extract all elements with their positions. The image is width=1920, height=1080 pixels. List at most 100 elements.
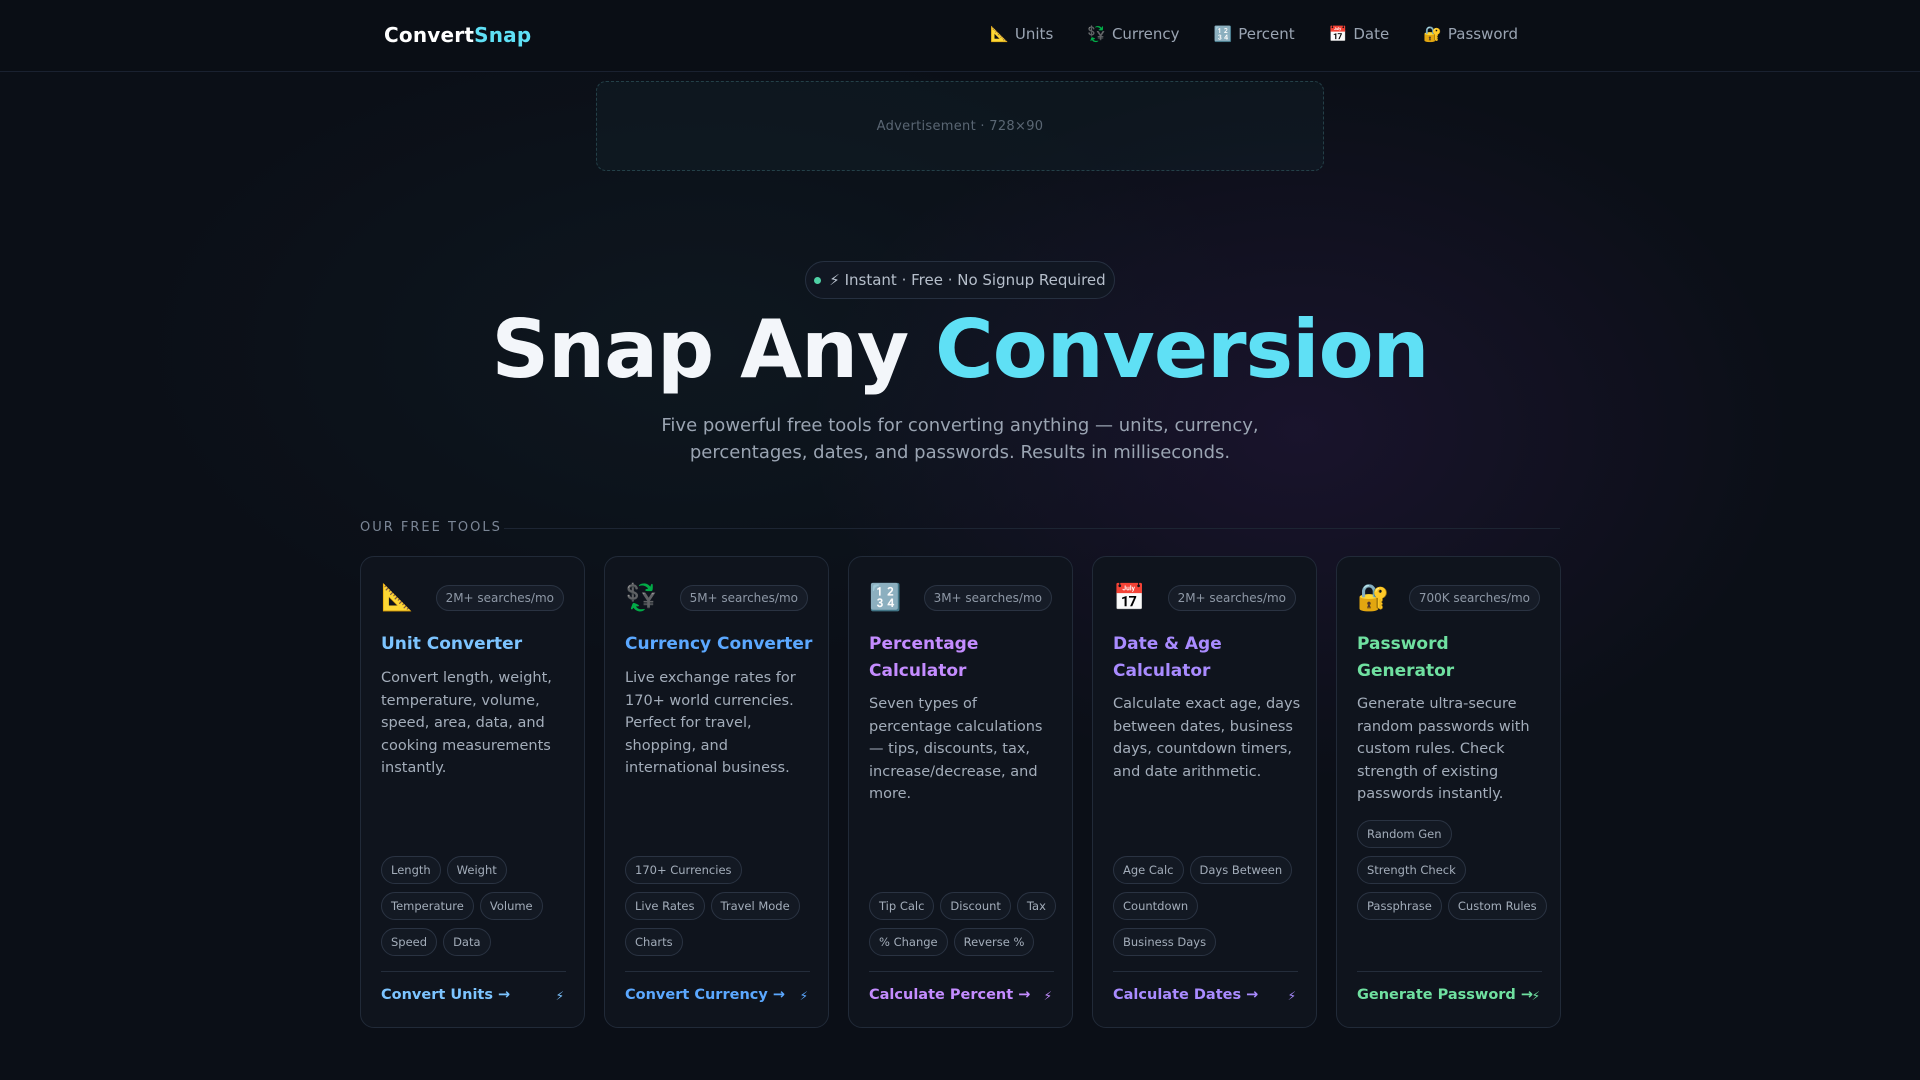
tag[interactable]: Travel Mode (710, 892, 800, 920)
lock-key-icon: 🔐 (1357, 583, 1390, 613)
nav-link-percent[interactable]: 🔢 Percent (1214, 25, 1295, 43)
calendar-icon: 📅 (1113, 583, 1146, 613)
card-tags: Random Gen Strength Check Passphrase Cus… (1357, 820, 1547, 920)
currency-exchange-icon: 💱 (625, 583, 658, 613)
tag[interactable]: Reverse % (953, 928, 1035, 956)
hero-title: Snap Any Conversion (0, 306, 1920, 394)
search-count-badge: 5M+ searches/mo (679, 585, 808, 611)
tool-cards: 📐 2M+ searches/mo Unit Converter Convert… (360, 556, 1561, 1028)
tool-card-percentage-calculator[interactable]: 🔢 3M+ searches/mo Percentage Calculator … (848, 556, 1073, 1028)
nav-link-label: Currency (1111, 25, 1180, 43)
card-description: Calculate exact age, days between dates,… (1113, 696, 1301, 780)
tag[interactable]: % Change (869, 928, 948, 956)
nav-link-label: Date (1353, 25, 1390, 43)
card-tags: Length Weight Temperature Volume Speed D… (381, 856, 571, 956)
tag[interactable]: Weight (446, 856, 507, 884)
ad-banner: Advertisement · 728×90 (596, 81, 1324, 171)
ad-label: Advertisement · 728×90 (876, 118, 1044, 134)
tag[interactable]: Countdown (1113, 892, 1199, 920)
tag[interactable]: 170+ Currencies (625, 856, 742, 884)
card-divider (869, 971, 1054, 972)
tag[interactable]: Live Rates (625, 892, 705, 920)
numbers-icon: 🔢 (869, 583, 902, 613)
hero-subtitle: Five powerful free tools for converting … (661, 415, 1259, 463)
card-divider (381, 971, 566, 972)
tag[interactable]: Passphrase (1357, 892, 1442, 920)
nav-link-currency[interactable]: 💱 Currency (1087, 25, 1179, 43)
card-title: Password Generator (1357, 634, 1455, 681)
lightning-icon: ⚡ (1531, 989, 1540, 1003)
convert-currency-link[interactable]: Convert Currency → (625, 987, 785, 1003)
calculate-percent-link[interactable]: Calculate Percent → (869, 987, 1030, 1003)
hero-title-part1: Snap Any (491, 303, 936, 396)
section-divider (504, 528, 1560, 529)
tool-card-date-age-calculator[interactable]: 📅 2M+ searches/mo Date & Age Calculator … (1092, 556, 1317, 1028)
hero-badge: ⚡ Instant · Free · No Signup Required (805, 261, 1115, 299)
lock-key-icon: 🔐 (1423, 25, 1442, 43)
nav-link-label: Percent (1238, 25, 1295, 43)
ruler-icon: 📐 (990, 25, 1009, 43)
tag[interactable]: Speed (381, 928, 438, 956)
lightning-icon: ⚡ (799, 989, 808, 1003)
card-title: Date & Age Calculator (1113, 634, 1222, 681)
tag[interactable]: Business Days (1113, 928, 1217, 956)
tag[interactable]: Tip Calc (869, 892, 935, 920)
tag[interactable]: Data (443, 928, 491, 956)
nav-link-units[interactable]: 📐 Units (990, 25, 1053, 43)
card-description: Generate ultra-secure random passwords w… (1357, 696, 1530, 802)
calendar-icon: 📅 (1328, 25, 1348, 43)
currency-exchange-icon: 💱 (1087, 25, 1106, 43)
tag[interactable]: Days Between (1189, 856, 1293, 884)
nav-link-password[interactable]: 🔐 Password (1423, 25, 1518, 43)
lightning-icon: ⚡ (555, 989, 564, 1003)
card-divider (1113, 971, 1298, 972)
ruler-icon: 📐 (381, 583, 414, 613)
tag[interactable]: Custom Rules (1447, 892, 1547, 920)
tag[interactable]: Age Calc (1113, 856, 1184, 884)
lightning-icon: ⚡ (1043, 989, 1052, 1003)
search-count-badge: 700K searches/mo (1408, 585, 1540, 611)
brand-logo-part2: Snap (474, 23, 532, 47)
card-tags: Tip Calc Discount Tax % Change Reverse % (869, 892, 1059, 956)
brand-logo[interactable]: ConvertSnap (384, 23, 531, 47)
status-dot-icon (814, 276, 822, 284)
hero-badge-text: ⚡ Instant · Free · No Signup Required (829, 271, 1106, 289)
tag[interactable]: Charts (625, 928, 683, 956)
tag[interactable]: Temperature (381, 892, 474, 920)
card-description: Seven types of percentage calculations —… (869, 696, 1043, 802)
card-title: Percentage Calculator (869, 634, 979, 681)
card-tags: 170+ Currencies Live Rates Travel Mode C… (625, 856, 815, 956)
card-tags: Age Calc Days Between Countdown Business… (1113, 856, 1303, 956)
card-title: Currency Converter (625, 634, 813, 654)
lightning-icon: ⚡ (1287, 989, 1296, 1003)
card-divider (1357, 971, 1542, 972)
search-count-badge: 2M+ searches/mo (1167, 585, 1296, 611)
tag[interactable]: Strength Check (1357, 856, 1466, 884)
tool-card-unit-converter[interactable]: 📐 2M+ searches/mo Unit Converter Convert… (360, 556, 585, 1028)
tag[interactable]: Random Gen (1357, 820, 1452, 848)
card-divider (625, 971, 810, 972)
convert-units-link[interactable]: Convert Units → (381, 987, 510, 1003)
tag[interactable]: Volume (479, 892, 543, 920)
generate-password-link[interactable]: Generate Password → (1357, 987, 1533, 1003)
tag[interactable]: Length (381, 856, 441, 884)
card-description: Live exchange rates for 170+ world curre… (625, 670, 796, 776)
tag[interactable]: Discount (940, 892, 1011, 920)
top-nav: ConvertSnap 📐 Units 💱 Currency 🔢 Percent… (0, 0, 1920, 72)
nav-link-date[interactable]: 📅 Date (1329, 25, 1390, 43)
card-description: Convert length, weight, temperature, vol… (381, 670, 552, 776)
numbers-icon: 🔢 (1213, 25, 1233, 43)
nav-link-label: Units (1014, 25, 1054, 43)
brand-logo-part1: Convert (384, 23, 475, 47)
hero-title-part2: Conversion (935, 303, 1429, 396)
nav-links: 📐 Units 💱 Currency 🔢 Percent 📅 Date 🔐 Pa… (990, 25, 1518, 43)
section-label: OUR FREE TOOLS (360, 520, 502, 535)
nav-link-label: Password (1447, 25, 1518, 43)
tool-card-password-generator[interactable]: 🔐 700K searches/mo Password Generator Ge… (1336, 556, 1561, 1028)
calculate-dates-link[interactable]: Calculate Dates → (1113, 987, 1258, 1003)
tag[interactable]: Tax (1016, 892, 1056, 920)
tool-card-currency-converter[interactable]: 💱 5M+ searches/mo Currency Converter Liv… (604, 556, 829, 1028)
search-count-badge: 2M+ searches/mo (435, 585, 564, 611)
card-title: Unit Converter (381, 634, 523, 654)
search-count-badge: 3M+ searches/mo (923, 585, 1052, 611)
